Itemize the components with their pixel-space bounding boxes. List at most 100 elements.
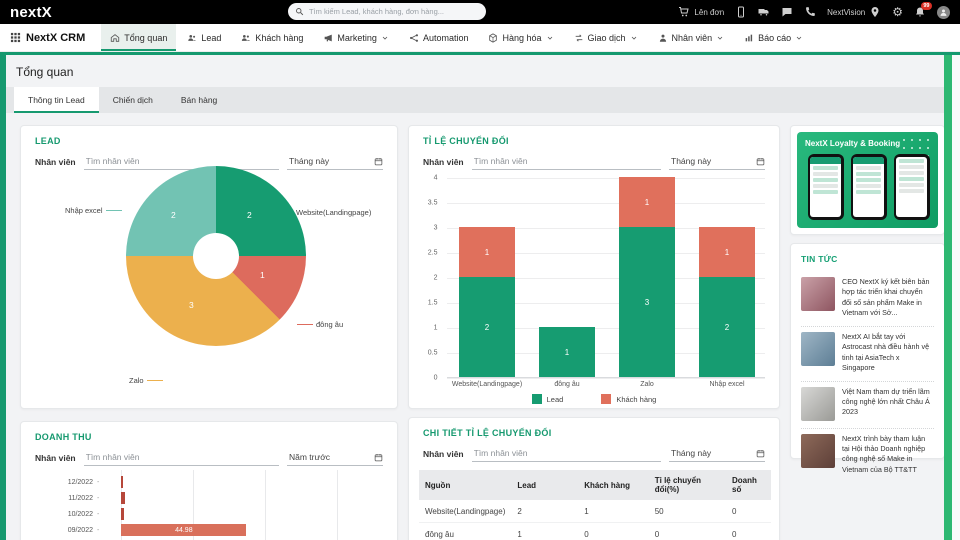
- col-header[interactable]: Nguồn: [419, 470, 511, 500]
- period-select[interactable]: Tháng này: [287, 156, 383, 170]
- nav-item-hang-hoa[interactable]: Hàng hóa: [479, 24, 562, 51]
- news-item[interactable]: Việt Nam tham dự triển lãm công nghệ lớn…: [801, 382, 934, 429]
- leader-line: [297, 324, 313, 326]
- mobile-app-button[interactable]: [735, 6, 747, 18]
- chat-icon: [781, 6, 793, 18]
- bar-zalo[interactable]: 1 3: [619, 177, 675, 377]
- stacked-bar-chart: 4 3.5 3 2.5 2 1.5 1 0.5 0 1 2 1 1 3 1 2: [447, 178, 765, 378]
- news-item[interactable]: NextX trình bày tham luận tại Hội thảo D…: [801, 429, 934, 483]
- bar-website[interactable]: 1 2: [459, 227, 515, 377]
- table-row[interactable]: Website(Landingpage)21500: [419, 500, 771, 523]
- phone-mockup: [851, 154, 887, 220]
- period-select[interactable]: Tháng này: [669, 448, 765, 462]
- calendar-icon: [756, 449, 765, 458]
- delivery-button[interactable]: [758, 6, 770, 18]
- revenue-row[interactable]: 12/2022-: [35, 474, 387, 490]
- col-header[interactable]: Doanh số: [726, 470, 771, 500]
- search-icon: [295, 7, 304, 16]
- conversion-detail-card: CHI TIẾT TỈ LỆ CHUYỂN ĐỔI Nhân viên Thán…: [408, 417, 780, 540]
- nextvision-button[interactable]: NextVision: [827, 6, 881, 18]
- period-value: Tháng này: [671, 156, 711, 166]
- revenue-row[interactable]: 09/2022-44.98: [35, 522, 387, 538]
- nav-label: Nhân viên: [672, 33, 713, 43]
- nav-item-bao-cao[interactable]: Báo cáo: [735, 24, 812, 51]
- home-icon: [110, 33, 120, 43]
- left-frame-bar: [0, 55, 6, 540]
- pie-label-website: Website(Landingpage): [277, 208, 371, 217]
- revenue-row[interactable]: 10/2022-: [35, 506, 387, 522]
- bar-nhap-excel[interactable]: 1 2: [699, 227, 755, 377]
- slice-value-dong-au: 1: [260, 270, 265, 280]
- detail-card-title: CHI TIẾT TỈ LỆ CHUYỂN ĐỔI: [423, 428, 552, 438]
- legend-lead[interactable]: Lead: [532, 394, 564, 404]
- nav-item-automation[interactable]: Automation: [400, 24, 478, 51]
- tab-thong-tin-lead[interactable]: Thông tin Lead: [14, 87, 99, 113]
- staff-filter-input[interactable]: [84, 156, 279, 170]
- revenue-row[interactable]: 11/2022-: [35, 490, 387, 506]
- dashboard-content: Tổng quan Thông tin Lead Chiến dịch Bán …: [0, 52, 960, 540]
- donut-pie[interactable]: [126, 166, 306, 346]
- tab-ban-hang[interactable]: Bán hàng: [167, 87, 231, 113]
- calendar-icon: [756, 157, 765, 166]
- chat-button[interactable]: [781, 6, 793, 18]
- chart-legend: Lead Khách hàng: [409, 394, 779, 404]
- nav-item-lead[interactable]: Lead: [178, 24, 230, 51]
- tab-chien-dich[interactable]: Chiến dịch: [99, 87, 167, 113]
- promo-banner[interactable]: NextX Loyalty & Booking: [797, 132, 938, 228]
- legend-swatch: [601, 394, 611, 404]
- col-header[interactable]: Lead: [511, 470, 578, 500]
- grid-icon: [10, 32, 21, 43]
- promo-banner-title: NextX Loyalty & Booking: [805, 139, 900, 148]
- staff-filter-label: Nhân viên: [423, 157, 464, 170]
- pie-label-dong-au: đông âu: [297, 320, 343, 329]
- col-header[interactable]: Khách hàng: [578, 470, 649, 500]
- staff-filter-input[interactable]: [84, 452, 279, 466]
- truck-icon: [758, 6, 770, 18]
- phone-icon: [804, 6, 816, 18]
- table-row[interactable]: đông âu1000: [419, 523, 771, 540]
- calendar-icon: [374, 453, 383, 462]
- conversion-card-title: TỈ LỆ CHUYỂN ĐỔI: [423, 136, 509, 146]
- nav-item-khach-hang[interactable]: Khách hàng: [232, 24, 312, 51]
- conversion-card: TỈ LỆ CHUYỂN ĐỔI Nhân viên Tháng này 4 3…: [408, 125, 780, 409]
- create-order-label: Lên đơn: [694, 8, 724, 17]
- phone-mockups: [807, 154, 930, 222]
- legend-khach-hang[interactable]: Khách hàng: [601, 394, 656, 404]
- news-item[interactable]: NextX AI bắt tay với Astrocast nhà điều …: [801, 327, 934, 382]
- notifications-button[interactable]: 99: [914, 6, 926, 18]
- staff-filter-input[interactable]: [472, 156, 661, 170]
- staff-filter-input[interactable]: [472, 448, 661, 462]
- col-header[interactable]: Tỉ lệ chuyển đổi(%): [649, 470, 726, 500]
- automation-icon: [409, 33, 419, 43]
- news-item[interactable]: CEO NextX ký kết biên bản hợp tác triển …: [801, 272, 934, 327]
- nav-item-tong-quan[interactable]: Tổng quan: [101, 24, 176, 51]
- right-scroll-bar[interactable]: [944, 55, 952, 540]
- nav-label: Giao dịch: [588, 33, 626, 43]
- pie-label-nhap-excel: Nhập excel: [65, 206, 122, 215]
- period-select[interactable]: Tháng này: [669, 156, 765, 170]
- news-item-title: Việt Nam tham dự triển lãm công nghệ lớn…: [842, 387, 934, 421]
- nav-item-marketing[interactable]: Marketing: [314, 24, 398, 51]
- search-input[interactable]: [309, 7, 479, 16]
- slice-value-website: 2: [247, 210, 252, 220]
- crm-app-switcher[interactable]: NextX CRM: [10, 24, 85, 51]
- mobile-icon: [735, 6, 747, 18]
- calendar-icon: [374, 157, 383, 166]
- nav-label: Marketing: [337, 33, 377, 43]
- leader-line: [147, 380, 163, 382]
- create-order-button[interactable]: Lên đơn: [678, 6, 724, 18]
- user-avatar[interactable]: [937, 6, 950, 19]
- x-category: đông âu: [527, 381, 607, 388]
- slice-value-nhap-excel: 2: [171, 210, 176, 220]
- x-category: Nhập excel: [687, 381, 767, 388]
- bar-dong-au[interactable]: 1: [539, 327, 595, 377]
- nav-item-giao-dich[interactable]: Giao dịch: [565, 24, 647, 51]
- period-select[interactable]: Năm trước: [287, 452, 383, 466]
- nav-label: Lead: [201, 33, 221, 43]
- period-value: Năm trước: [289, 452, 330, 462]
- settings-button[interactable]: ⚙: [892, 6, 903, 18]
- brand-logo[interactable]: nextX: [10, 4, 52, 21]
- global-search[interactable]: [288, 3, 486, 20]
- nav-item-nhan-vien[interactable]: Nhân viên: [649, 24, 734, 51]
- call-button[interactable]: [804, 6, 816, 18]
